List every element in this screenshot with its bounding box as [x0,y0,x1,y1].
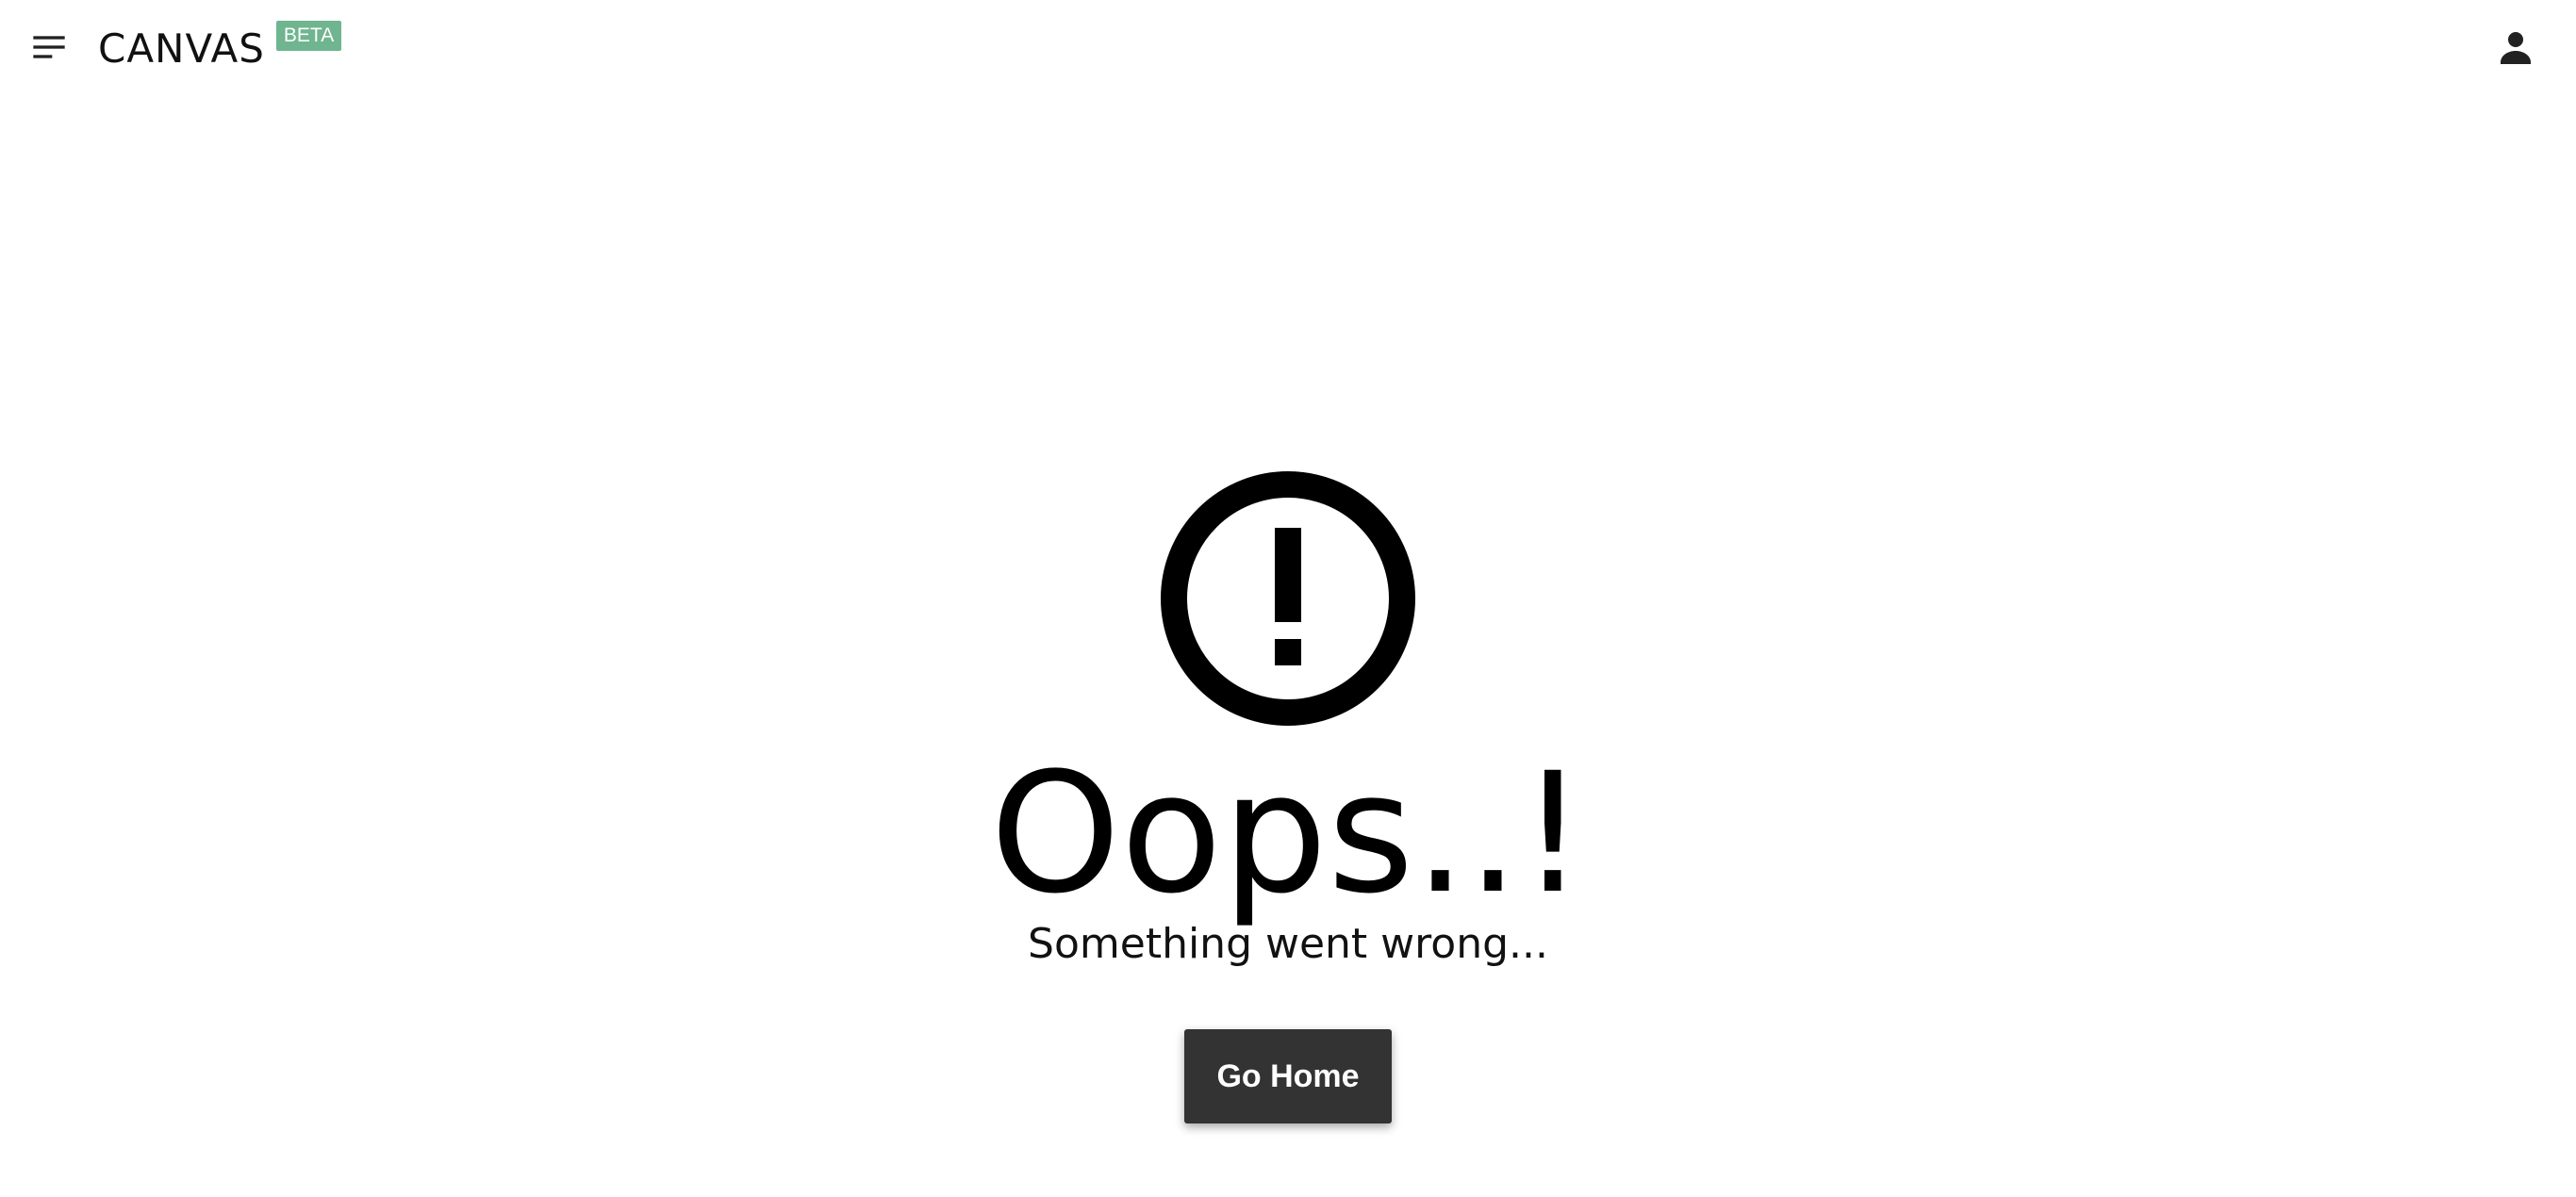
go-home-button[interactable]: Go Home [1184,1029,1392,1123]
top-bar: CANVAS BETA [0,0,2576,94]
error-title: Oops..! [989,737,1587,930]
error-block: Oops..! Something went wrong... Go Home [0,471,2576,1123]
brand-name: CANVAS [98,25,265,72]
menu-button[interactable] [19,19,79,75]
error-page: CANVAS BETA Oops..! Something went wrong… [0,0,2576,1197]
exclamation-circle-icon [1161,471,1415,726]
beta-badge: BETA [275,21,342,51]
account-button[interactable] [2489,21,2542,74]
person-icon [2493,25,2538,70]
error-message: Something went wrong... [1028,920,1548,968]
brand-logo[interactable]: CANVAS BETA [98,17,342,74]
hamburger-menu-icon [30,28,68,66]
